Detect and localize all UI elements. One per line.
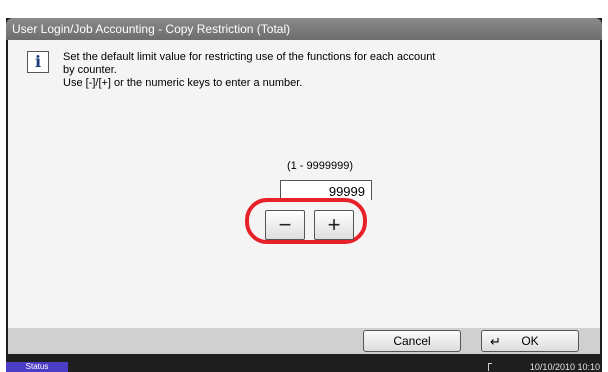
cancel-button[interactable]: Cancel — [363, 330, 461, 352]
message-line-3: Use [-]/[+] or the numeric keys to enter… — [63, 77, 303, 89]
status-indicator-icon — [488, 363, 492, 371]
ok-button[interactable]: ↵ OK — [481, 330, 579, 352]
message-line-1: Set the default limit value for restrict… — [63, 51, 436, 63]
info-icon: i — [27, 51, 49, 73]
status-button[interactable]: Status — [6, 362, 68, 372]
limit-value-field[interactable]: 99999 — [280, 180, 372, 200]
ok-button-label: OK — [521, 334, 539, 348]
range-label: (1 - 9999999) — [286, 160, 354, 172]
date-time: 10/10/2010 10:10 — [529, 362, 600, 372]
message-line-2: by counter. — [63, 64, 117, 76]
window-title: User Login/Job Accounting - Copy Restric… — [12, 22, 291, 36]
enter-icon: ↵ — [490, 334, 501, 349]
increment-button[interactable]: + — [314, 210, 354, 240]
decrement-button[interactable]: − — [265, 210, 305, 240]
title-bar: User Login/Job Accounting - Copy Restric… — [6, 18, 602, 40]
